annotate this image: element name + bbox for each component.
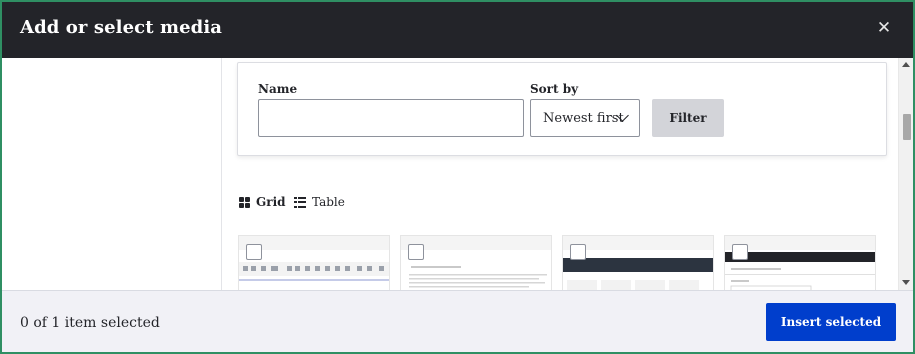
media-dialog: Add or select media ✕ Name Sort by Newes…: [2, 2, 913, 352]
media-library-pane: Name Sort by Newest first Filter Grid Ta…: [222, 58, 895, 290]
grid-icon: [239, 196, 250, 208]
select-checkbox[interactable]: [570, 244, 586, 260]
dialog-title: Add or select media: [20, 17, 223, 38]
grid-view-label: Grid: [256, 195, 286, 209]
insert-selected-button[interactable]: Insert selected: [766, 303, 896, 341]
filter-panel: Name Sort by Newest first Filter: [237, 62, 887, 156]
media-card[interactable]: [238, 235, 390, 290]
media-card[interactable]: [400, 235, 552, 290]
scroll-up-arrow-icon[interactable]: [902, 62, 910, 67]
vertical-scrollbar[interactable]: [898, 58, 913, 290]
selection-count: 0 of 1 item selected: [20, 315, 160, 331]
select-checkbox[interactable]: [246, 244, 262, 260]
sort-by-value: Newest first: [543, 111, 624, 126]
grid-view-toggle[interactable]: Grid: [239, 194, 286, 210]
dialog-footer: 0 of 1 item selected Insert selected: [2, 290, 913, 352]
name-label: Name: [258, 82, 298, 96]
dialog-titlebar: Add or select media ✕: [2, 2, 913, 58]
select-checkbox[interactable]: [408, 244, 424, 260]
media-type-sidebar: [2, 58, 222, 290]
scroll-down-arrow-icon[interactable]: [902, 280, 910, 285]
select-checkbox[interactable]: [732, 244, 748, 260]
scrollbar-thumb[interactable]: [903, 114, 911, 140]
table-view-label: Table: [312, 195, 345, 209]
media-card[interactable]: [724, 235, 876, 290]
list-icon: [294, 196, 306, 208]
sort-by-select[interactable]: Newest first: [530, 99, 640, 137]
name-input[interactable]: [258, 99, 524, 137]
media-card[interactable]: [562, 235, 714, 290]
close-icon[interactable]: ✕: [875, 19, 893, 37]
sort-by-label: Sort by: [530, 82, 579, 96]
table-view-toggle[interactable]: Table: [294, 194, 345, 210]
dialog-content: Name Sort by Newest first Filter Grid Ta…: [2, 58, 913, 290]
filter-button[interactable]: Filter: [652, 99, 724, 137]
